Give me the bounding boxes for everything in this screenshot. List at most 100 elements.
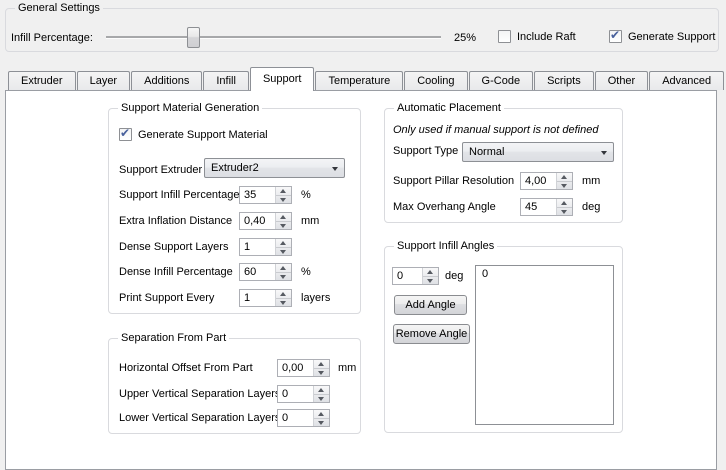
max-overhang-angle-label: Max Overhang Angle bbox=[393, 201, 496, 214]
spinner-value[interactable]: 1 bbox=[240, 239, 275, 255]
slider-track[interactable] bbox=[106, 36, 441, 39]
spinner-value[interactable]: 0 bbox=[278, 386, 313, 402]
generate-support-material-label[interactable]: Generate Support Material bbox=[138, 129, 268, 142]
extra-inflation-distance-spinner[interactable]: 0,40 bbox=[239, 212, 292, 230]
checkmark-icon: ✔ bbox=[610, 28, 620, 42]
spinner-value[interactable]: 45 bbox=[521, 199, 556, 215]
tab-cooling[interactable]: Cooling bbox=[404, 71, 467, 90]
remove-angle-button[interactable]: Remove Angle bbox=[393, 324, 470, 344]
spinner-down-icon[interactable] bbox=[276, 298, 291, 307]
checkmark-icon: ✔ bbox=[120, 126, 130, 140]
add-angle-button[interactable]: Add Angle bbox=[394, 295, 467, 315]
spinner-buttons[interactable] bbox=[275, 213, 291, 229]
spinner-up-icon[interactable] bbox=[314, 360, 329, 368]
spinner-down-icon[interactable] bbox=[314, 394, 329, 403]
unit-label: layers bbox=[301, 292, 330, 305]
slider-handle[interactable] bbox=[187, 27, 200, 48]
spinner-buttons[interactable] bbox=[313, 410, 329, 426]
spinner-value[interactable]: 1 bbox=[240, 290, 275, 306]
horizontal-offset-label: Horizontal Offset From Part bbox=[119, 362, 253, 375]
spinner-down-icon[interactable] bbox=[423, 276, 438, 285]
tab-additions[interactable]: Additions bbox=[131, 71, 202, 90]
spinner-down-icon[interactable] bbox=[557, 207, 572, 216]
unit-label: mm bbox=[582, 175, 600, 188]
generate-support-checkbox[interactable]: ✔ bbox=[609, 30, 622, 43]
dropdown-arrow-icon[interactable] bbox=[332, 167, 338, 171]
tab-infill[interactable]: Infill bbox=[203, 71, 249, 90]
tab-extruder[interactable]: Extruder bbox=[8, 71, 76, 90]
spinner-up-icon[interactable] bbox=[557, 199, 572, 207]
include-raft-label[interactable]: Include Raft bbox=[517, 31, 576, 44]
spinner-up-icon[interactable] bbox=[314, 386, 329, 394]
support-extruder-combo[interactable]: Extruder2 bbox=[204, 158, 345, 178]
support-material-generation-group: Support Material Generation ✔ Generate S… bbox=[108, 108, 361, 314]
spinner-down-icon[interactable] bbox=[276, 195, 291, 204]
tab-other[interactable]: Other bbox=[595, 71, 649, 90]
print-support-every-spinner[interactable]: 1 bbox=[239, 289, 292, 307]
spinner-up-icon[interactable] bbox=[276, 290, 291, 298]
support-infill-percentage-label: Support Infill Percentage bbox=[119, 189, 239, 202]
include-raft-checkbox[interactable]: ✔ bbox=[498, 30, 511, 43]
spinner-up-icon[interactable] bbox=[276, 239, 291, 247]
spinner-buttons[interactable] bbox=[556, 173, 572, 189]
support-type-combo[interactable]: Normal bbox=[462, 142, 614, 162]
unit-label: mm bbox=[301, 215, 319, 228]
spinner-up-icon[interactable] bbox=[276, 213, 291, 221]
spinner-value[interactable]: 35 bbox=[240, 187, 275, 203]
angle-spinner[interactable]: 0 bbox=[392, 267, 439, 285]
spinner-up-icon[interactable] bbox=[314, 410, 329, 418]
angle-list[interactable]: 0 bbox=[475, 265, 614, 425]
support-pillar-resolution-spinner[interactable]: 4,00 bbox=[520, 172, 573, 190]
spinner-value[interactable]: 0 bbox=[278, 410, 313, 426]
support-infill-percentage-spinner[interactable]: 35 bbox=[239, 186, 292, 204]
dense-support-layers-spinner[interactable]: 1 bbox=[239, 238, 292, 256]
spinner-down-icon[interactable] bbox=[276, 247, 291, 256]
print-support-every-label: Print Support Every bbox=[119, 292, 214, 305]
spinner-down-icon[interactable] bbox=[557, 181, 572, 190]
spinner-value[interactable]: 0,40 bbox=[240, 213, 275, 229]
spinner-buttons[interactable] bbox=[313, 386, 329, 402]
upper-vertical-separation-spinner[interactable]: 0 bbox=[277, 385, 330, 403]
spinner-buttons[interactable] bbox=[422, 268, 438, 284]
spinner-down-icon[interactable] bbox=[314, 368, 329, 377]
infill-percentage-value: 25% bbox=[454, 32, 476, 45]
unit-label: % bbox=[301, 189, 311, 202]
spinner-buttons[interactable] bbox=[556, 199, 572, 215]
max-overhang-angle-spinner[interactable]: 45 bbox=[520, 198, 573, 216]
horizontal-offset-spinner[interactable]: 0,00 bbox=[277, 359, 330, 377]
tab-temperature[interactable]: Temperature bbox=[315, 71, 403, 90]
spinner-buttons[interactable] bbox=[275, 264, 291, 280]
combo-value: Normal bbox=[469, 146, 504, 158]
spinner-buttons[interactable] bbox=[275, 290, 291, 306]
spinner-up-icon[interactable] bbox=[423, 268, 438, 276]
unit-label: deg bbox=[582, 201, 600, 214]
tab-scripts[interactable]: Scripts bbox=[534, 71, 594, 90]
spinner-value[interactable]: 4,00 bbox=[521, 173, 556, 189]
dense-infill-percentage-spinner[interactable]: 60 bbox=[239, 263, 292, 281]
combo-value: Extruder2 bbox=[211, 162, 259, 174]
tab-layer[interactable]: Layer bbox=[77, 71, 131, 90]
spinner-buttons[interactable] bbox=[313, 360, 329, 376]
spinner-up-icon[interactable] bbox=[276, 264, 291, 272]
spinner-up-icon[interactable] bbox=[557, 173, 572, 181]
spinner-down-icon[interactable] bbox=[276, 221, 291, 230]
spinner-down-icon[interactable] bbox=[314, 418, 329, 427]
tab-support[interactable]: Support bbox=[250, 67, 315, 91]
dropdown-arrow-icon[interactable] bbox=[601, 151, 607, 155]
tab-advanced[interactable]: Advanced bbox=[649, 71, 724, 90]
spinner-buttons[interactable] bbox=[275, 239, 291, 255]
list-item[interactable]: 0 bbox=[476, 266, 613, 282]
spinner-buttons[interactable] bbox=[275, 187, 291, 203]
generate-support-label[interactable]: Generate Support bbox=[628, 31, 715, 44]
separation-from-part-group: Separation From Part Horizontal Offset F… bbox=[108, 338, 361, 434]
lower-vertical-separation-spinner[interactable]: 0 bbox=[277, 409, 330, 427]
spinner-up-icon[interactable] bbox=[276, 187, 291, 195]
spinner-down-icon[interactable] bbox=[276, 272, 291, 281]
group-title: Automatic Placement bbox=[394, 102, 504, 115]
tab-gcode[interactable]: G-Code bbox=[469, 71, 534, 90]
infill-percentage-slider[interactable] bbox=[106, 27, 441, 49]
generate-support-material-checkbox[interactable]: ✔ bbox=[119, 128, 132, 141]
spinner-value[interactable]: 60 bbox=[240, 264, 275, 280]
spinner-value[interactable]: 0 bbox=[393, 268, 422, 284]
spinner-value[interactable]: 0,00 bbox=[278, 360, 313, 376]
